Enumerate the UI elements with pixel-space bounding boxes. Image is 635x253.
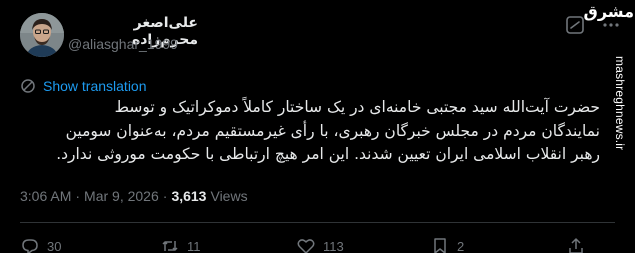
- action-bar: 30 11 113 2: [20, 236, 615, 253]
- translate-icon: [21, 79, 35, 93]
- repost-count: 11: [187, 238, 201, 253]
- tweet-card: علی‌اصغر محرم‌زاده @aliasghar_1999 مشرق …: [0, 0, 635, 253]
- show-translation-link[interactable]: Show translation: [20, 77, 147, 95]
- watermark-logo: مشرق: [583, 4, 634, 21]
- watermark-site: mashreghnews.ir: [613, 56, 627, 151]
- heart-icon: [297, 239, 315, 253]
- tweet-text-line: نمایندگان مردم در مجلس خبرگان رهبری، با …: [65, 121, 600, 140]
- reply-icon: [22, 239, 38, 253]
- bookmark-count: 2: [457, 238, 465, 253]
- share-icon: [569, 238, 583, 253]
- repost-icon: [162, 241, 178, 251]
- reply-button[interactable]: 30: [20, 236, 61, 253]
- bookmark-button[interactable]: 2: [430, 236, 464, 253]
- author-handle[interactable]: @aliasghar_1999: [68, 36, 178, 52]
- show-translation-label: Show translation: [43, 78, 147, 94]
- avatar[interactable]: [20, 13, 64, 57]
- like-button[interactable]: 113: [296, 236, 344, 253]
- meta-separator: ·: [75, 188, 81, 204]
- tweet-text-line: رهبر انقلاب اسلامی ایران تعیین شدند. این…: [56, 145, 600, 163]
- views-label: Views: [210, 188, 248, 204]
- tweet-date[interactable]: Mar 9, 2026: [84, 188, 159, 204]
- divider: [20, 222, 615, 223]
- bookmark-icon: [434, 238, 446, 253]
- tweet-meta: 3:06 AM · Mar 9, 2026 · 3,613 Views: [20, 188, 248, 204]
- grok-icon[interactable]: [564, 14, 586, 36]
- like-count: 113: [323, 238, 344, 253]
- meta-separator: ·: [162, 188, 168, 204]
- tweet-time[interactable]: 3:06 AM: [20, 188, 71, 204]
- tweet-text: حضرت آیت‌الله سید مجتبی خامنه‌ای در یک س…: [20, 96, 600, 167]
- share-button[interactable]: [566, 236, 586, 253]
- views-count[interactable]: 3,613: [171, 188, 206, 204]
- tweet-text-line: حضرت آیت‌الله سید مجتبی خامنه‌ای در یک س…: [114, 98, 600, 116]
- reply-count: 30: [47, 238, 62, 253]
- repost-button[interactable]: 11: [160, 236, 201, 253]
